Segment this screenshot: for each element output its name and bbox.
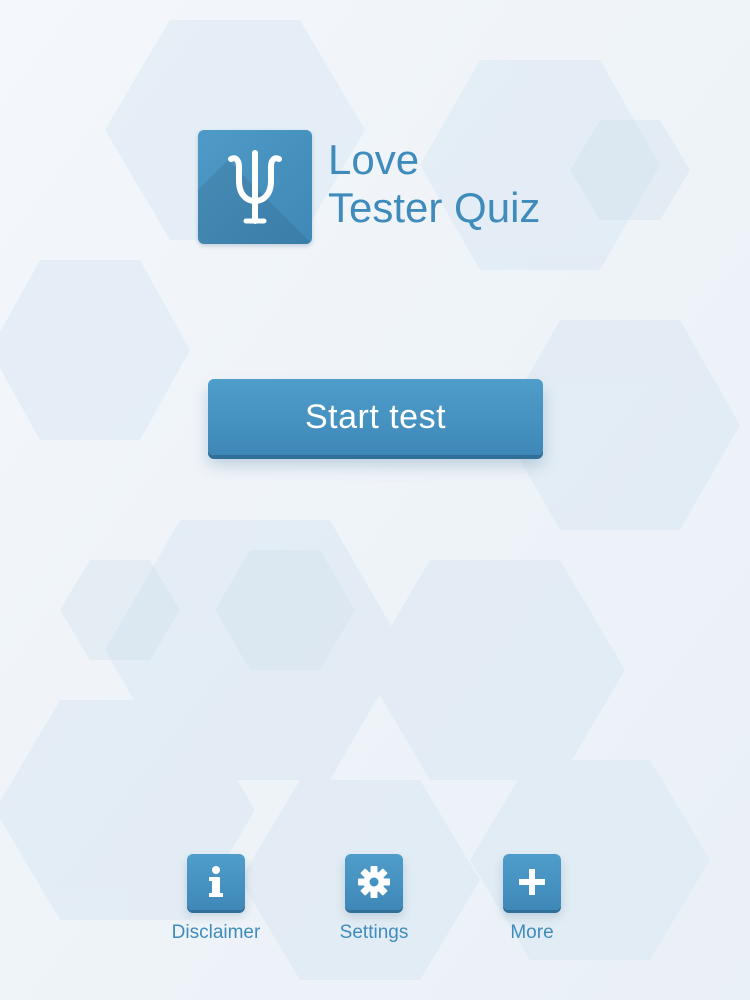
nav-item-more[interactable]: More [472, 854, 592, 944]
nav-label-settings: Settings [339, 922, 409, 943]
psi-icon [198, 130, 312, 244]
start-test-button[interactable]: Start test [208, 379, 543, 455]
gear-icon [345, 854, 403, 910]
nav-item-disclaimer[interactable]: Disclaimer [156, 854, 276, 944]
plus-icon [503, 854, 561, 910]
nav-label-disclaimer: Disclaimer [171, 922, 261, 943]
nav-item-settings[interactable]: Settings [314, 854, 434, 944]
app-title-line2: Tester Quiz [328, 184, 541, 231]
info-icon [187, 854, 245, 910]
app-title-line1: Love [328, 136, 420, 183]
app-title: Love Tester Quiz [328, 136, 540, 232]
app-header: Love Tester Quiz [198, 130, 540, 244]
nav-label-more: More [510, 922, 554, 943]
start-test-label: Start test [304, 397, 447, 436]
